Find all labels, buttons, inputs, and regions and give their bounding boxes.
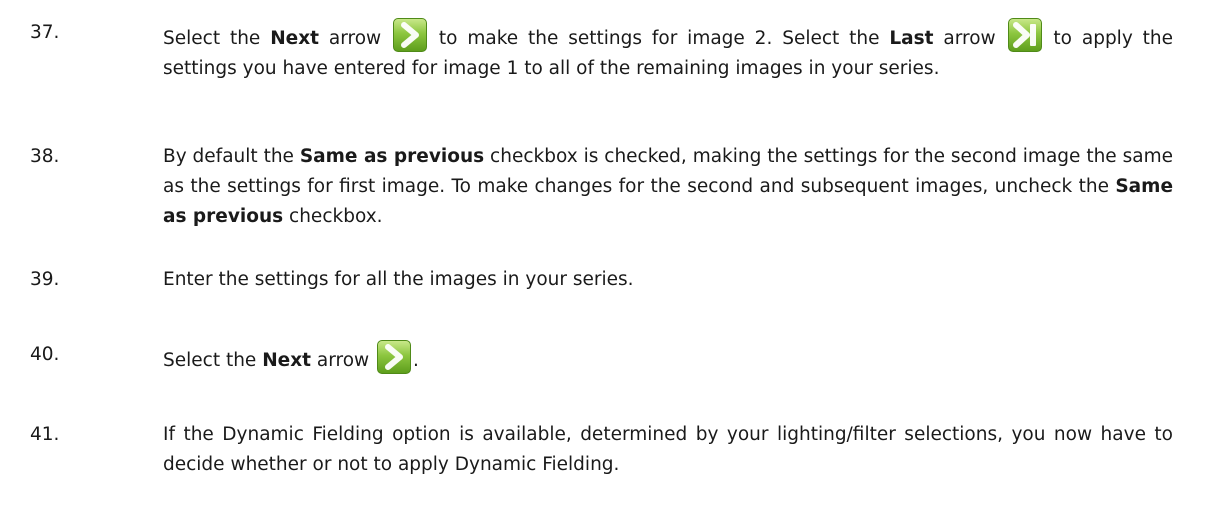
step-text: Enter the settings for all the images in… [163,269,634,290]
next-arrow-icon [393,18,428,52]
step-number: 41. [30,424,60,445]
step-number: 37. [30,22,60,43]
next-arrow-icon [377,340,412,374]
step-number: 38. [30,146,60,167]
step-number: 40. [30,344,60,365]
same-as-previous-label: Same as previous [299,146,485,167]
last-label: Last [889,28,934,49]
step-text: By default the Same as previous checkbox… [163,146,1173,227]
step-text: If the Dynamic Fielding option is availa… [163,424,1173,475]
document-page: 37. Select the Next arrow to make the se… [0,0,1205,528]
next-label: Next [270,28,319,49]
step-text: Select the Next arrow . [163,340,1173,376]
step-text: Select the Next arrow to make the settin… [163,18,1173,84]
step-number: 39. [30,269,60,290]
last-arrow-icon [1007,18,1042,52]
next-label: Next [262,350,312,371]
